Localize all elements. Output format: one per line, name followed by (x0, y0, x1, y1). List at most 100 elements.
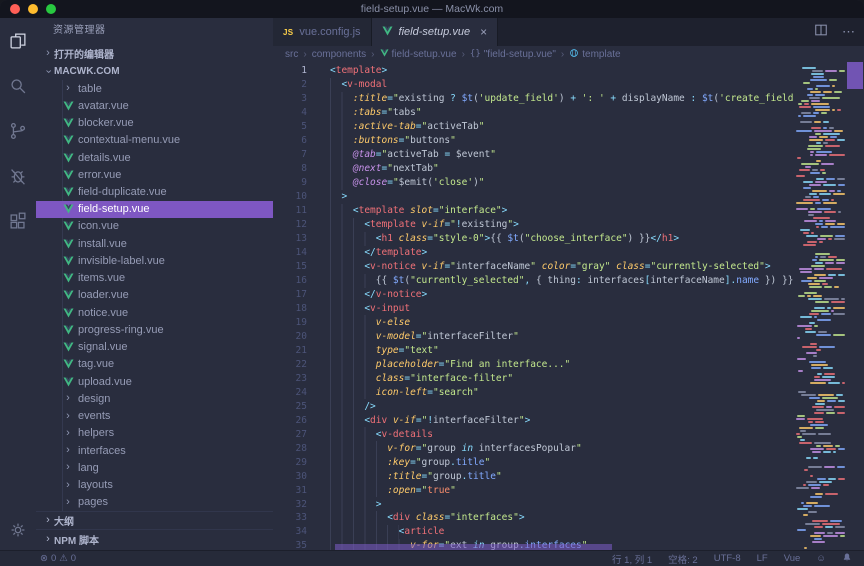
code-editor[interactable]: 1<template>2<v-modal3:title="existing ? … (273, 62, 864, 551)
npm-scripts-section[interactable]: › NPM 脚本 (36, 529, 273, 548)
code-line[interactable]: 8@next="nextTab" (273, 162, 793, 176)
file-item-notice.vue[interactable]: notice.vue (36, 304, 273, 321)
folder-item-helpers[interactable]: ›helpers (36, 425, 273, 442)
editor-actions: ⋯ (814, 18, 856, 46)
code-line[interactable]: 1<template> (273, 64, 793, 78)
line-number: 11 (273, 205, 307, 216)
workspace-section[interactable]: › MACWK.COM (36, 62, 273, 80)
more-actions-icon[interactable]: ⋯ (842, 24, 856, 40)
file-item-invisible-label.vue[interactable]: invisible-label.vue (36, 252, 273, 269)
language-mode[interactable]: Vue (784, 553, 801, 564)
problems-status[interactable]: ⊗ 0 ⚠ 0 (40, 553, 76, 564)
folder-item-table[interactable]: ›table (36, 80, 273, 97)
code-line[interactable]: 16{{ $t("currently_selected", { thing: i… (273, 274, 793, 288)
minimize-window-button[interactable] (28, 4, 38, 14)
code-line[interactable]: 34<article (273, 525, 793, 539)
code-line[interactable]: 26<div v-if="!interfaceFilter"> (273, 413, 793, 427)
code-line[interactable]: 13<h1 class="style-0">{{ $t("choose_inte… (273, 232, 793, 246)
code-line[interactable]: 33<div class="interfaces"> (273, 511, 793, 525)
file-item-items.vue[interactable]: items.vue (36, 270, 273, 287)
source-control-icon[interactable] (5, 118, 31, 144)
code-line[interactable]: 18<v-input (273, 301, 793, 315)
file-item-signal.vue[interactable]: signal.vue (36, 339, 273, 356)
code-line[interactable]: 9@close="$emit('close')" (273, 176, 793, 190)
code-line[interactable]: 7@tab="activeTab = $event" (273, 148, 793, 162)
code-line[interactable]: 17</v-notice> (273, 288, 793, 302)
indentation-setting[interactable]: 空格: 2 (668, 552, 698, 566)
code-line[interactable]: 27<v-details (273, 427, 793, 441)
item-label: layouts (78, 479, 113, 491)
notifications-bell-icon[interactable] (842, 552, 852, 566)
search-icon[interactable] (5, 73, 31, 99)
feedback-smiley-icon[interactable]: ☺ (816, 553, 826, 564)
code-line[interactable]: 28v-for="group in interfacesPopular" (273, 441, 793, 455)
folder-item-lang[interactable]: ›lang (36, 459, 273, 476)
cursor-position[interactable]: 行 1, 列 1 (612, 552, 652, 566)
file-item-install.vue[interactable]: install.vue (36, 235, 273, 252)
outline-section[interactable]: › 大纲 (36, 511, 273, 530)
breadcrumb-item-src[interactable]: src (285, 49, 298, 60)
code-line[interactable]: 2<v-modal (273, 78, 793, 92)
breadcrumb-item-file[interactable]: field-setup.vue (380, 49, 457, 60)
close-window-button[interactable] (10, 4, 20, 14)
file-item-upload.vue[interactable]: upload.vue (36, 373, 273, 390)
code-line[interactable]: 24icon-left="search" (273, 385, 793, 399)
code-line[interactable]: 20v-model="interfaceFilter" (273, 329, 793, 343)
encoding-setting[interactable]: UTF-8 (714, 553, 741, 564)
file-item-loader.vue[interactable]: loader.vue (36, 287, 273, 304)
code-line[interactable]: 23class="interface-filter" (273, 371, 793, 385)
code-line[interactable]: 5:active-tab="activeTab" (273, 120, 793, 134)
folder-item-layouts[interactable]: ›layouts (36, 476, 273, 493)
code-line[interactable]: 31:open="true" (273, 483, 793, 497)
folder-item-pages[interactable]: ›pages (36, 494, 273, 511)
tab-field-setup-vue[interactable]: field-setup.vue × (372, 18, 499, 46)
explorer-icon[interactable] (5, 28, 31, 54)
breadcrumb-item-template[interactable]: template (569, 48, 620, 61)
code-line[interactable]: 22placeholder="Find an interface..." (273, 357, 793, 371)
item-label: details.vue (78, 152, 131, 164)
breadcrumb-item-template-block[interactable]: {} "field-setup.vue" (470, 49, 556, 60)
file-item-error.vue[interactable]: error.vue (36, 166, 273, 183)
line-number: 14 (273, 247, 307, 258)
vue-file-icon (62, 325, 74, 335)
warnings-icon: ⚠ (59, 553, 68, 564)
close-tab-icon[interactable]: × (480, 25, 487, 39)
code-line[interactable]: 6:buttons="buttons" (273, 134, 793, 148)
debug-icon[interactable] (5, 163, 31, 189)
code-line[interactable]: 25/> (273, 399, 793, 413)
code-line[interactable]: 3:title="existing ? $t('update_field') +… (273, 92, 793, 106)
file-item-field-setup.vue[interactable]: field-setup.vue (36, 201, 273, 218)
code-line[interactable]: 29:key="group.title" (273, 455, 793, 469)
code-line[interactable]: 14</template> (273, 246, 793, 260)
code-line[interactable]: 32> (273, 497, 793, 511)
file-item-details.vue[interactable]: details.vue (36, 149, 273, 166)
code-line[interactable]: 12<template v-if="!existing"> (273, 218, 793, 232)
breadcrumb-item-components[interactable]: components (312, 49, 366, 60)
file-item-icon.vue[interactable]: icon.vue (36, 218, 273, 235)
code-line[interactable]: 19v-else (273, 315, 793, 329)
file-item-field-duplicate.vue[interactable]: field-duplicate.vue (36, 183, 273, 200)
code-line[interactable]: 30:title="group.title" (273, 469, 793, 483)
tab-vue-config-js[interactable]: JS vue.config.js (273, 18, 372, 46)
extensions-icon[interactable] (5, 208, 31, 234)
code-line[interactable]: 11<template slot="interface"> (273, 204, 793, 218)
zoom-window-button[interactable] (46, 4, 56, 14)
vertical-scrollbar[interactable] (847, 62, 863, 89)
folder-item-interfaces[interactable]: ›interfaces (36, 442, 273, 459)
file-item-tag.vue[interactable]: tag.vue (36, 356, 273, 373)
code-line[interactable]: 21type="text" (273, 343, 793, 357)
file-item-avatar.vue[interactable]: avatar.vue (36, 97, 273, 114)
file-item-progress-ring.vue[interactable]: progress-ring.vue (36, 321, 273, 338)
file-item-contextual-menu.vue[interactable]: contextual-menu.vue (36, 132, 273, 149)
folder-item-events[interactable]: ›events (36, 407, 273, 424)
split-editor-icon[interactable] (814, 23, 828, 42)
eol-setting[interactable]: LF (757, 553, 768, 564)
minimap[interactable] (793, 62, 845, 551)
code-line[interactable]: 10> (273, 190, 793, 204)
code-line[interactable]: 4:tabs="tabs" (273, 106, 793, 120)
open-editors-section[interactable]: › 打开的编辑器 (36, 44, 273, 62)
settings-gear-icon[interactable] (5, 517, 31, 543)
code-line[interactable]: 15<v-notice v-if="interfaceName" color="… (273, 260, 793, 274)
file-item-blocker.vue[interactable]: blocker.vue (36, 114, 273, 131)
folder-item-design[interactable]: ›design (36, 390, 273, 407)
